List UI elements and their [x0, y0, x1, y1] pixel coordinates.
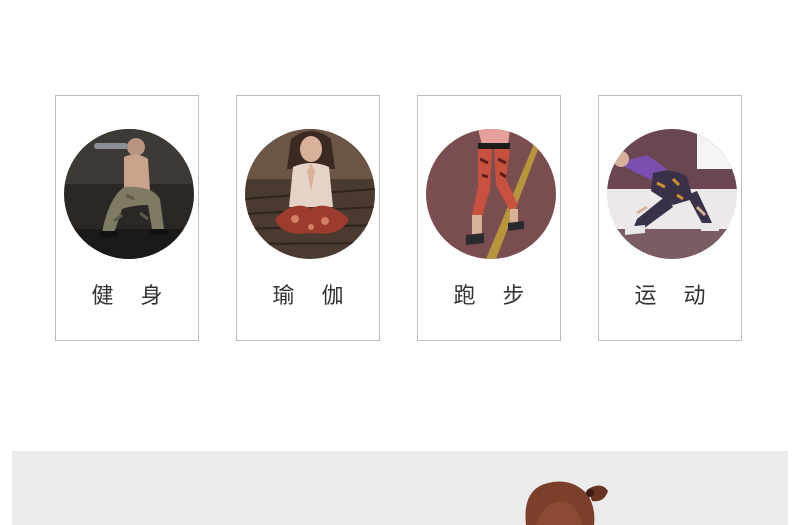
category-label: 跑 步	[453, 284, 535, 309]
model-banner	[12, 451, 788, 525]
category-label: 运 动	[634, 284, 716, 309]
activity-category-list: 健 身 瑜 伽 跑 步 运 动	[0, 0, 800, 360]
fitness-photo	[64, 129, 194, 259]
running-photo	[426, 129, 556, 259]
category-card-running[interactable]: 跑 步	[417, 95, 561, 341]
category-card-yoga[interactable]: 瑜 伽	[236, 95, 380, 341]
model-photo	[525, 481, 608, 525]
category-label: 瑜 伽	[272, 284, 354, 309]
yoga-photo	[245, 129, 375, 259]
sports-photo	[607, 129, 737, 259]
category-card-fitness[interactable]: 健 身	[55, 95, 199, 341]
category-card-sports[interactable]: 运 动	[598, 95, 742, 341]
category-label: 健 身	[91, 284, 173, 309]
